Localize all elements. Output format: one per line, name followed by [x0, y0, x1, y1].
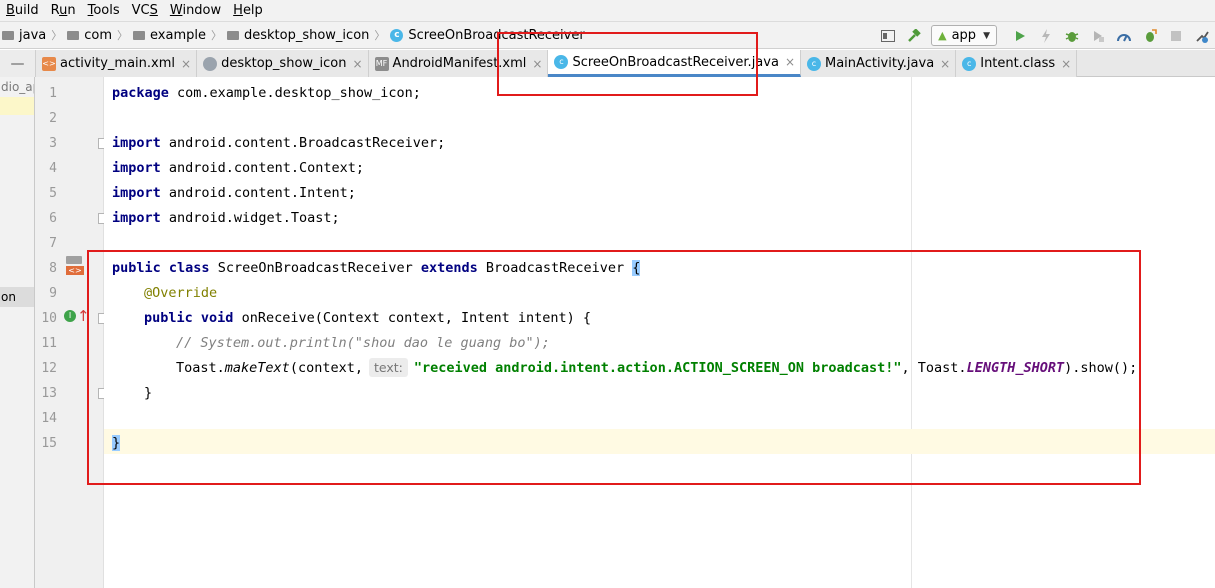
manifest-file-icon: MF [374, 56, 389, 71]
apply-changes-icon[interactable] [1035, 25, 1057, 47]
compiled-class-icon: c [962, 56, 977, 71]
selected-row-highlight [0, 97, 34, 115]
close-icon[interactable]: × [785, 55, 795, 69]
run-configuration-select[interactable]: ▲ app ▼ [931, 25, 997, 46]
chevron-down-icon: ▼ [983, 30, 990, 41]
breadcrumb-com[interactable]: com [84, 28, 112, 43]
line-number[interactable]: 7 [35, 231, 57, 256]
line-number[interactable]: 11 [35, 331, 57, 356]
menu-window[interactable]: Window [164, 0, 227, 22]
tab-0[interactable]: <> activity_main.xml × [36, 50, 198, 77]
line-number[interactable]: 9 [35, 281, 57, 306]
tab-label: desktop_show_icon [221, 56, 347, 71]
project-panel-label: dio_ap [1, 80, 34, 94]
hammer-icon[interactable] [903, 25, 925, 47]
line-number[interactable]: 14 [35, 406, 57, 431]
class-hierarchy-icon[interactable]: <> [64, 254, 84, 276]
breadcrumb-package[interactable]: desktop_show_icon [244, 28, 369, 43]
folder-icon [226, 30, 239, 40]
tab-1[interactable]: desktop_show_icon × [197, 50, 369, 77]
code-line-6[interactable]: import android.widget.Toast; [112, 206, 340, 231]
project-panel-selected-item[interactable]: on [0, 287, 34, 307]
xml-file-icon: <> [42, 56, 56, 71]
tab-label: activity_main.xml [60, 56, 176, 71]
chevron-right-icon: 〉 [51, 29, 63, 42]
line-number[interactable]: 1 [35, 81, 57, 106]
stop-icon[interactable] [1165, 25, 1187, 47]
folder-icon [133, 30, 146, 40]
code-line-3[interactable]: import android.content.BroadcastReceiver… [112, 131, 445, 156]
menu-help[interactable]: Help [227, 0, 269, 22]
breadcrumb-example[interactable]: example [150, 28, 206, 43]
chevron-right-icon: 〉 [117, 29, 129, 42]
project-panel[interactable]: dio_ap on [0, 77, 35, 588]
layout-icon[interactable] [877, 25, 899, 47]
java-class-icon: c [807, 56, 821, 71]
attach-debugger-icon[interactable] [1139, 25, 1161, 47]
close-icon[interactable]: × [181, 57, 191, 71]
tab-4[interactable]: c MainActivity.java × [801, 50, 957, 77]
line-number[interactable]: 13 [35, 381, 57, 406]
menu-build[interactable]: Build [0, 0, 45, 22]
run-configuration-label: app [951, 28, 977, 43]
line-number[interactable]: 4 [35, 156, 57, 181]
menu-vcs[interactable]: VCS [126, 0, 164, 22]
override-method-icon[interactable]: I ↑ [64, 309, 90, 324]
folder-icon [67, 30, 80, 40]
collapse-icon[interactable]: — [0, 50, 36, 77]
code-line-4[interactable]: import android.content.Context; [112, 156, 364, 181]
debug-icon[interactable] [1061, 25, 1083, 47]
folder-icon [2, 30, 14, 40]
code-line-5[interactable]: import android.content.Intent; [112, 181, 356, 206]
line-number[interactable]: 12 [35, 356, 57, 381]
tab-label: Intent.class [980, 56, 1056, 71]
tab-label: MainActivity.java [825, 56, 935, 71]
menu-bar: Build Run Tools VCS Window Help [0, 0, 1215, 22]
line-number[interactable]: 8 [35, 256, 57, 281]
close-icon[interactable]: × [940, 57, 950, 71]
annotation-box-tab [497, 32, 758, 96]
breadcrumb-java[interactable]: java [19, 28, 46, 43]
sync-icon[interactable] [1191, 25, 1213, 47]
profile-icon[interactable] [1113, 25, 1135, 47]
annotation-box-code [87, 250, 1141, 485]
line-number[interactable]: 10 [35, 306, 57, 331]
line-number[interactable]: 3 [35, 131, 57, 156]
line-number[interactable]: 5 [35, 181, 57, 206]
close-icon[interactable]: × [352, 57, 362, 71]
line-number[interactable]: 6 [35, 206, 57, 231]
coverage-icon[interactable] [1087, 25, 1109, 47]
code-line-1[interactable]: package com.example.desktop_show_icon; [112, 81, 421, 106]
main-toolbar: ▲ app ▼ [875, 22, 1215, 49]
line-number[interactable]: 2 [35, 106, 57, 131]
android-icon: ▲ [938, 29, 947, 42]
tab-5[interactable]: c Intent.class × [956, 50, 1078, 77]
menu-run[interactable]: Run [45, 0, 82, 22]
line-number[interactable]: 15 [35, 431, 57, 456]
image-file-icon [203, 56, 218, 71]
run-icon[interactable] [1009, 25, 1031, 47]
chevron-right-icon: 〉 [374, 29, 386, 42]
menu-tools[interactable]: Tools [82, 0, 126, 22]
chevron-right-icon: 〉 [210, 29, 222, 42]
close-icon[interactable]: × [1061, 57, 1071, 71]
java-class-icon: c [390, 28, 404, 42]
